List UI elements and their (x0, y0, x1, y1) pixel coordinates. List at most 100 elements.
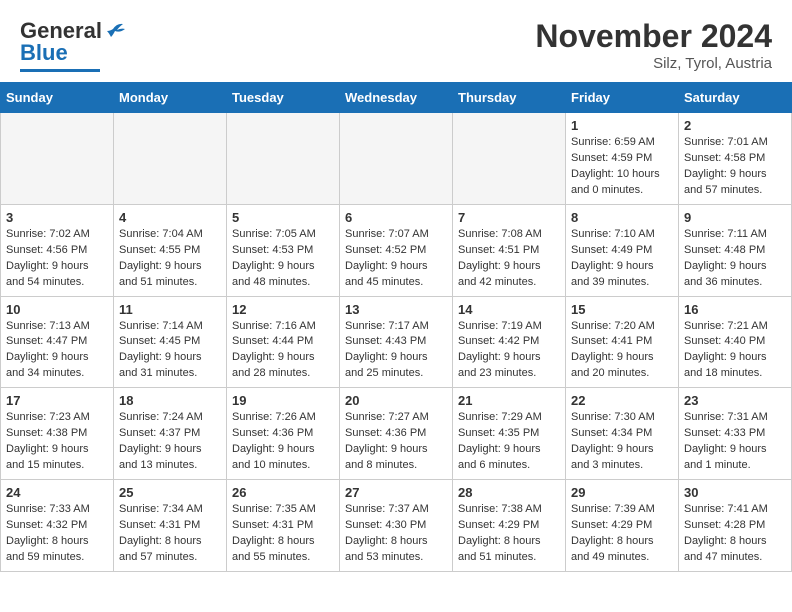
day-cell: 14 Sunrise: 7:19 AM Sunset: 4:42 PM Dayli… (453, 296, 566, 388)
day-number: 24 (6, 485, 108, 500)
day-cell: 2 Sunrise: 7:01 AM Sunset: 4:58 PM Daylig… (679, 113, 792, 205)
day-number: 20 (345, 393, 447, 408)
weekday-header-saturday: Saturday (679, 83, 792, 113)
day-cell (340, 113, 453, 205)
weekday-header-monday: Monday (114, 83, 227, 113)
day-info: Sunrise: 7:33 AM Sunset: 4:32 PM Dayligh… (6, 502, 108, 566)
day-info: Sunrise: 7:24 AM Sunset: 4:37 PM Dayligh… (119, 410, 221, 474)
day-info: Sunrise: 7:39 AM Sunset: 4:29 PM Dayligh… (571, 502, 673, 566)
day-info: Sunrise: 7:08 AM Sunset: 4:51 PM Dayligh… (458, 227, 560, 291)
day-number: 4 (119, 210, 221, 225)
day-info: Sunrise: 7:02 AM Sunset: 4:56 PM Dayligh… (6, 227, 108, 291)
day-number: 28 (458, 485, 560, 500)
day-cell: 5Sunrise: 7:05 AM Sunset: 4:53 PM Daylig… (227, 204, 340, 296)
day-cell: 4 Sunrise: 7:04 AM Sunset: 4:55 PM Daylig… (114, 204, 227, 296)
day-cell (453, 113, 566, 205)
day-number: 17 (6, 393, 108, 408)
day-info: Sunrise: 7:23 AM Sunset: 4:38 PM Dayligh… (6, 410, 108, 474)
day-cell: 23 Sunrise: 7:31 AM Sunset: 4:33 PM Dayli… (679, 388, 792, 480)
day-number: 23 (684, 393, 786, 408)
weekday-header-thursday: Thursday (453, 83, 566, 113)
day-number: 18 (119, 393, 221, 408)
day-number: 2 (684, 118, 786, 133)
weekday-header-row: SundayMondayTuesdayWednesdayThursdayFrid… (1, 83, 792, 113)
day-cell: 6Sunrise: 7:07 AM Sunset: 4:52 PM Daylig… (340, 204, 453, 296)
day-number: 6 (345, 210, 447, 225)
logo-bird-icon (103, 21, 125, 39)
day-info: Sunrise: 7:14 AM Sunset: 4:45 PM Dayligh… (119, 319, 221, 383)
day-info: Sunrise: 7:34 AM Sunset: 4:31 PM Dayligh… (119, 502, 221, 566)
day-cell: 8Sunrise: 7:10 AM Sunset: 4:49 PM Daylig… (566, 204, 679, 296)
week-row-2: 3 Sunrise: 7:02 AM Sunset: 4:56 PM Daylig… (1, 204, 792, 296)
week-row-4: 17 Sunrise: 7:23 AM Sunset: 4:38 PM Dayli… (1, 388, 792, 480)
day-cell: 20 Sunrise: 7:27 AM Sunset: 4:36 PM Dayli… (340, 388, 453, 480)
weekday-header-wednesday: Wednesday (340, 83, 453, 113)
day-info: Sunrise: 7:20 AM Sunset: 4:41 PM Dayligh… (571, 319, 673, 383)
logo: General Blue (20, 18, 125, 72)
day-cell: 9Sunrise: 7:11 AM Sunset: 4:48 PM Daylig… (679, 204, 792, 296)
day-cell: 24 Sunrise: 7:33 AM Sunset: 4:32 PM Dayli… (1, 480, 114, 572)
day-cell: 21Sunrise: 7:29 AM Sunset: 4:35 PM Dayli… (453, 388, 566, 480)
day-info: Sunrise: 7:05 AM Sunset: 4:53 PM Dayligh… (232, 227, 334, 291)
day-cell: 29 Sunrise: 7:39 AM Sunset: 4:29 PM Dayli… (566, 480, 679, 572)
day-info: Sunrise: 7:16 AM Sunset: 4:44 PM Dayligh… (232, 319, 334, 383)
day-cell: 13 Sunrise: 7:17 AM Sunset: 4:43 PM Dayli… (340, 296, 453, 388)
day-info: Sunrise: 7:26 AM Sunset: 4:36 PM Dayligh… (232, 410, 334, 474)
day-info: Sunrise: 7:04 AM Sunset: 4:55 PM Dayligh… (119, 227, 221, 291)
day-cell: 17 Sunrise: 7:23 AM Sunset: 4:38 PM Dayli… (1, 388, 114, 480)
day-cell: 3 Sunrise: 7:02 AM Sunset: 4:56 PM Daylig… (1, 204, 114, 296)
day-number: 12 (232, 302, 334, 317)
day-number: 25 (119, 485, 221, 500)
day-info: Sunrise: 7:35 AM Sunset: 4:31 PM Dayligh… (232, 502, 334, 566)
day-number: 3 (6, 210, 108, 225)
weekday-header-sunday: Sunday (1, 83, 114, 113)
weekday-header-friday: Friday (566, 83, 679, 113)
day-cell: 26 Sunrise: 7:35 AM Sunset: 4:31 PM Dayli… (227, 480, 340, 572)
logo-line (20, 69, 100, 72)
day-cell (227, 113, 340, 205)
day-cell (114, 113, 227, 205)
day-number: 16 (684, 302, 786, 317)
day-number: 14 (458, 302, 560, 317)
day-info: Sunrise: 7:27 AM Sunset: 4:36 PM Dayligh… (345, 410, 447, 474)
day-number: 10 (6, 302, 108, 317)
day-info: Sunrise: 7:29 AM Sunset: 4:35 PM Dayligh… (458, 410, 560, 474)
day-number: 27 (345, 485, 447, 500)
day-cell: 30Sunrise: 7:41 AM Sunset: 4:28 PM Dayli… (679, 480, 792, 572)
day-number: 29 (571, 485, 673, 500)
day-info: Sunrise: 7:17 AM Sunset: 4:43 PM Dayligh… (345, 319, 447, 383)
day-info: Sunrise: 7:13 AM Sunset: 4:47 PM Dayligh… (6, 319, 108, 383)
day-number: 13 (345, 302, 447, 317)
day-cell (1, 113, 114, 205)
weekday-header-tuesday: Tuesday (227, 83, 340, 113)
day-info: Sunrise: 7:19 AM Sunset: 4:42 PM Dayligh… (458, 319, 560, 383)
day-cell: 25 Sunrise: 7:34 AM Sunset: 4:31 PM Dayli… (114, 480, 227, 572)
logo-blue-text: Blue (20, 40, 68, 66)
calendar: SundayMondayTuesdayWednesdayThursdayFrid… (0, 82, 792, 572)
day-cell: 11Sunrise: 7:14 AM Sunset: 4:45 PM Dayli… (114, 296, 227, 388)
day-info: Sunrise: 7:30 AM Sunset: 4:34 PM Dayligh… (571, 410, 673, 474)
day-info: Sunrise: 7:38 AM Sunset: 4:29 PM Dayligh… (458, 502, 560, 566)
day-cell: 18 Sunrise: 7:24 AM Sunset: 4:37 PM Dayli… (114, 388, 227, 480)
month-year: November 2024 (535, 18, 772, 55)
day-info: Sunrise: 6:59 AM Sunset: 4:59 PM Dayligh… (571, 135, 673, 199)
day-number: 15 (571, 302, 673, 317)
day-cell: 12 Sunrise: 7:16 AM Sunset: 4:44 PM Dayli… (227, 296, 340, 388)
day-info: Sunrise: 7:41 AM Sunset: 4:28 PM Dayligh… (684, 502, 786, 566)
day-number: 9 (684, 210, 786, 225)
day-number: 22 (571, 393, 673, 408)
location: Silz, Tyrol, Austria (535, 55, 772, 72)
day-number: 26 (232, 485, 334, 500)
day-info: Sunrise: 7:37 AM Sunset: 4:30 PM Dayligh… (345, 502, 447, 566)
day-cell: 1Sunrise: 6:59 AM Sunset: 4:59 PM Daylig… (566, 113, 679, 205)
day-cell: 16Sunrise: 7:21 AM Sunset: 4:40 PM Dayli… (679, 296, 792, 388)
day-info: Sunrise: 7:01 AM Sunset: 4:58 PM Dayligh… (684, 135, 786, 199)
header: General Blue November 2024 Silz, Tyrol, … (0, 0, 792, 82)
week-row-3: 10 Sunrise: 7:13 AM Sunset: 4:47 PM Dayli… (1, 296, 792, 388)
week-row-5: 24 Sunrise: 7:33 AM Sunset: 4:32 PM Dayli… (1, 480, 792, 572)
day-number: 19 (232, 393, 334, 408)
day-info: Sunrise: 7:31 AM Sunset: 4:33 PM Dayligh… (684, 410, 786, 474)
day-cell: 15 Sunrise: 7:20 AM Sunset: 4:41 PM Dayli… (566, 296, 679, 388)
day-number: 7 (458, 210, 560, 225)
title-block: November 2024 Silz, Tyrol, Austria (535, 18, 772, 72)
